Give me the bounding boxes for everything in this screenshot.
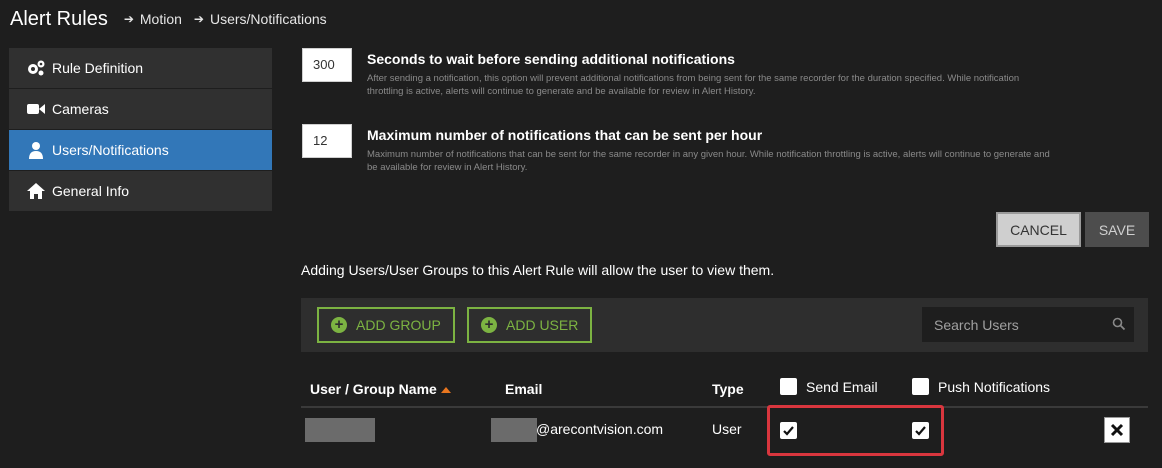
column-header-label: Email xyxy=(505,381,543,397)
wait-seconds-input[interactable]: 300 xyxy=(302,48,352,82)
sidebar-item-label: Users/Notifications xyxy=(52,142,169,158)
sidebar-item-label: General Info xyxy=(52,183,130,199)
sidebar-item-label: Cameras xyxy=(52,101,109,117)
cancel-button[interactable]: CANCEL xyxy=(996,212,1081,247)
sidebar-item-users-notifications[interactable]: Users/Notifications xyxy=(9,130,272,171)
video-camera-icon xyxy=(26,100,46,118)
checkmark-icon xyxy=(783,426,794,436)
push-all-checkbox[interactable] xyxy=(912,378,929,395)
breadcrumb-users-notifications: ➔ Users/Notifications xyxy=(194,11,327,27)
column-header-label: Push Notifications xyxy=(938,378,1051,395)
table-header-divider xyxy=(301,406,1148,408)
sidebar-item-general-info[interactable]: General Info xyxy=(9,171,272,212)
search-box xyxy=(922,307,1134,342)
max-per-hour-input[interactable]: 12 xyxy=(302,124,352,158)
remove-user-button[interactable] xyxy=(1104,417,1130,443)
column-header-email: Email xyxy=(505,381,542,397)
email-cell: @arecontvision.com xyxy=(536,421,664,437)
save-button[interactable]: SAVE xyxy=(1085,212,1149,247)
add-user-button[interactable]: + ADD USER xyxy=(467,307,593,343)
arrow-right-icon: ➔ xyxy=(193,12,204,26)
arrow-right-icon: ➔ xyxy=(123,12,134,26)
breadcrumb-motion[interactable]: ➔ Motion xyxy=(124,11,182,27)
search-icon[interactable] xyxy=(1112,317,1126,331)
redacted-user-name xyxy=(305,418,375,442)
column-header-push: Push Notifications xyxy=(912,378,1050,395)
column-header-label: Send Email xyxy=(806,378,878,395)
page-header: Alert Rules ➔ Motion ➔ Users/Notificatio… xyxy=(10,6,339,32)
add-user-label: ADD USER xyxy=(506,317,579,333)
send-email-all-checkbox[interactable] xyxy=(780,378,797,395)
sidebar-item-cameras[interactable]: Cameras xyxy=(9,89,272,130)
user-icon xyxy=(26,141,46,159)
sort-ascending-icon xyxy=(440,386,451,393)
row-push-checkbox[interactable] xyxy=(912,422,929,439)
row-send-email-checkbox[interactable] xyxy=(780,422,797,439)
plus-circle-icon: + xyxy=(481,317,497,333)
type-cell: User xyxy=(712,421,742,437)
sidebar-item-rule-definition[interactable]: Rule Definition xyxy=(9,48,272,89)
column-header-send-email: Send Email xyxy=(780,378,878,395)
gears-icon xyxy=(26,59,46,77)
add-group-label: ADD GROUP xyxy=(356,317,441,333)
column-header-name[interactable]: User / Group Name xyxy=(310,381,451,397)
setting-description: Maximum number of notifications that can… xyxy=(367,149,1050,173)
plus-circle-icon: + xyxy=(331,317,347,333)
close-icon xyxy=(1110,423,1124,437)
search-input[interactable] xyxy=(934,316,1104,333)
sidebar-item-label: Rule Definition xyxy=(52,60,144,76)
breadcrumb-label: Motion xyxy=(139,11,182,27)
setting-description: After sending a notification, this optio… xyxy=(367,73,1020,97)
column-header-type: Type xyxy=(712,381,744,397)
page-title: Alert Rules xyxy=(10,7,108,30)
info-text: Adding Users/User Groups to this Alert R… xyxy=(301,262,775,278)
sidebar: Rule Definition Cameras Users/Notificati… xyxy=(9,48,272,212)
breadcrumb-label: Users/Notifications xyxy=(209,11,327,27)
checkmark-icon xyxy=(915,426,926,436)
setting-title: Seconds to wait before sending additiona… xyxy=(367,51,735,67)
column-header-label: User / Group Name xyxy=(310,381,437,397)
setting-title: Maximum number of notifications that can… xyxy=(367,127,763,143)
users-toolbar: + ADD GROUP + ADD USER xyxy=(301,298,1148,352)
redacted-email-user xyxy=(491,418,537,442)
add-group-button[interactable]: + ADD GROUP xyxy=(317,307,455,343)
column-header-label: Type xyxy=(712,381,744,397)
home-icon xyxy=(26,182,46,200)
